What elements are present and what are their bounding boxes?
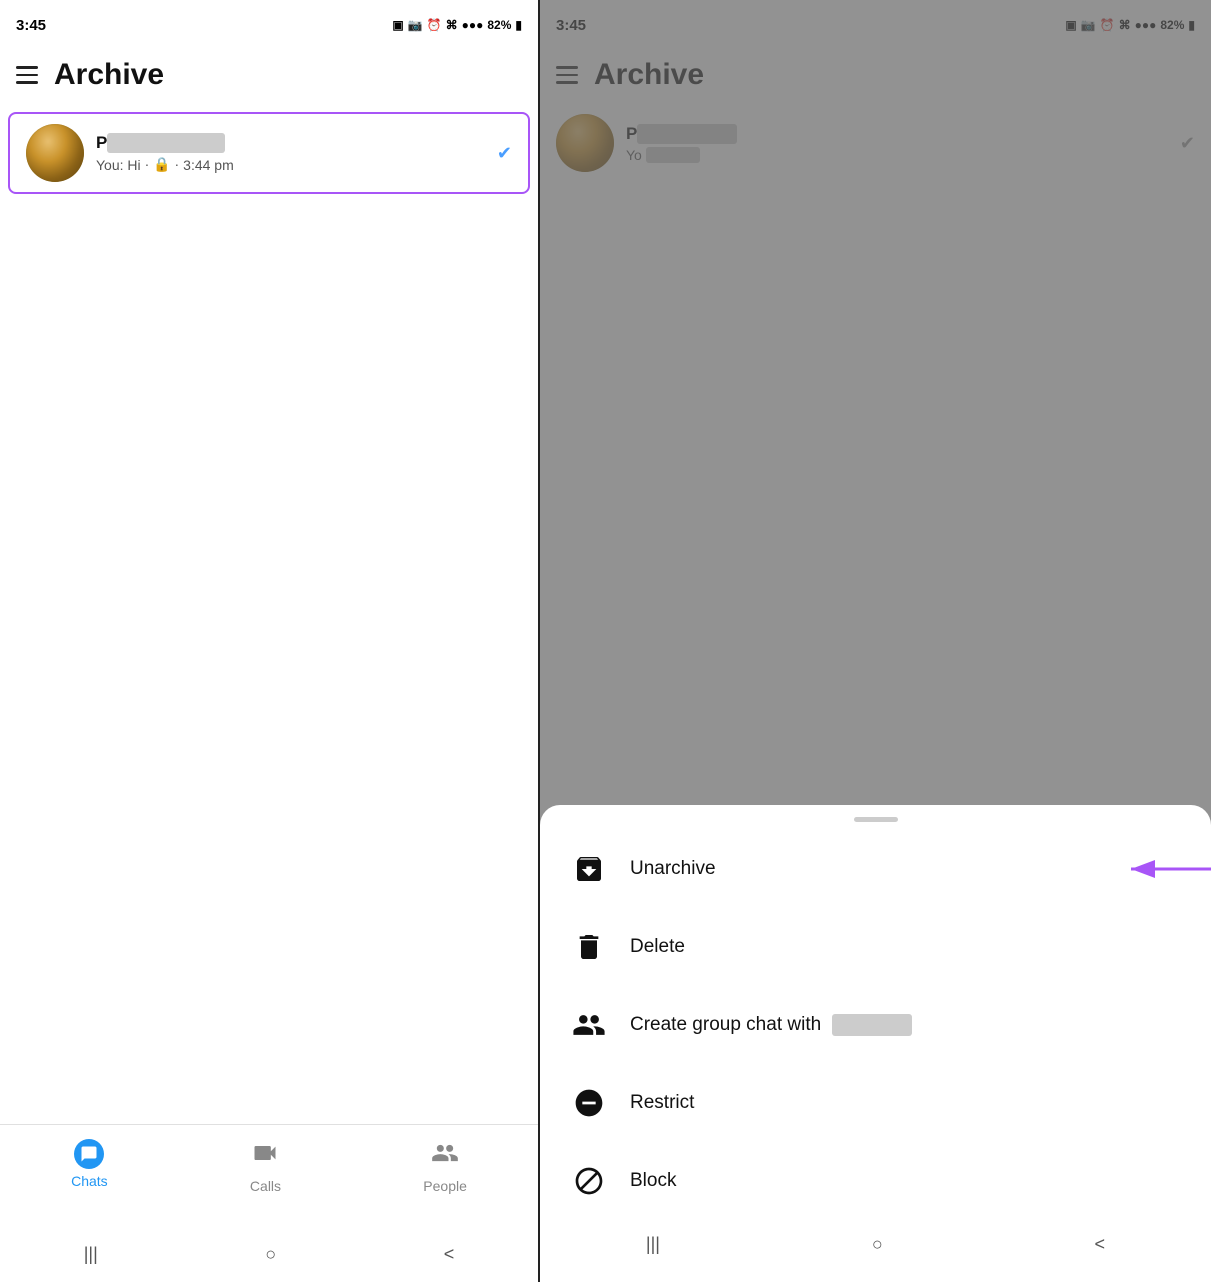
left-nav-chats[interactable]: Chats [71,1139,108,1189]
left-bottom-nav: Chats Calls People [0,1124,538,1234]
group-icon [568,1004,610,1046]
photo-icon: 📷 [408,18,423,32]
left-nav-people[interactable]: People [423,1139,467,1194]
left-header: Archive [0,50,538,104]
left-avatar [26,124,84,182]
block-label: Block [630,1170,676,1192]
instagram-icon: ▣ [392,18,403,32]
battery-text: 82% [487,18,511,32]
delete-icon [568,926,610,968]
people-icon [431,1139,459,1174]
left-chat-info: P You: Hi · 🔒 · 3:44 pm [96,133,485,173]
left-people-label: People [423,1178,467,1194]
left-chat-item[interactable]: P You: Hi · 🔒 · 3:44 pm ✔ [8,112,530,194]
sheet-handle [854,817,898,822]
unarchive-arrow [1111,849,1211,889]
right-system-bar: ||| ○ < [540,1224,1211,1272]
create-group-label: Create group chat with [630,1014,912,1036]
left-chats-label: Chats [71,1173,108,1189]
left-archive-title: Archive [54,58,164,92]
back-btn[interactable]: < [444,1244,455,1265]
block-menu-item[interactable]: Block [540,1142,1211,1220]
left-nav-calls[interactable]: Calls [250,1139,281,1194]
left-status-bar: 3:45 ▣ 📷 ⏰ ⌘ ●●● 82% ▮ [0,0,538,50]
create-group-name-blurred [832,1014,911,1036]
left-chat-meta: ✔ [497,143,512,164]
signal-icon: ●●● [462,18,484,32]
wifi-icon: ⌘ [446,18,458,32]
lock-icon: · 🔒 · [145,156,180,173]
unarchive-menu-item[interactable]: Unarchive [540,830,1211,908]
chat-bubble-icon [74,1139,104,1169]
delete-menu-item[interactable]: Delete [540,908,1211,986]
left-chat-list: P You: Hi · 🔒 · 3:44 pm ✔ [0,104,538,1124]
delete-label: Delete [630,936,685,958]
hamburger-icon[interactable] [16,66,38,84]
right-back-btn[interactable]: < [1095,1234,1106,1255]
right-panel: 3:45 ▣ 📷 ⏰ ⌘ ●●● 82% ▮ Archive [540,0,1211,1282]
video-call-icon [251,1139,279,1174]
restrict-label: Restrict [630,1092,694,1114]
block-icon [568,1160,610,1202]
left-chat-name: P [96,133,485,153]
unarchive-icon [568,848,610,890]
left-system-bar: ||| ○ < [0,1234,538,1282]
left-status-icons: ▣ 📷 ⏰ ⌘ ●●● 82% ▮ [392,18,522,32]
right-recent-apps-btn[interactable]: ||| [646,1234,660,1255]
recent-apps-btn[interactable]: ||| [84,1244,98,1265]
restrict-icon [568,1082,610,1124]
left-panel: 3:45 ▣ 📷 ⏰ ⌘ ●●● 82% ▮ Archive P [0,0,540,1282]
left-time: 3:45 [16,17,46,34]
left-chat-name-blurred [107,133,225,153]
read-receipt-icon: ✔ [497,143,512,164]
restrict-menu-item[interactable]: Restrict [540,1064,1211,1142]
home-btn[interactable]: ○ [265,1244,276,1265]
alarm-icon: ⏰ [427,18,442,32]
create-group-menu-item[interactable]: Create group chat with [540,986,1211,1064]
right-home-btn[interactable]: ○ [872,1234,883,1255]
left-chat-preview: You: Hi · 🔒 · 3:44 pm [96,156,485,173]
unarchive-label: Unarchive [630,858,716,880]
bottom-sheet: Unarchive Delete [540,805,1211,1282]
left-calls-label: Calls [250,1178,281,1194]
battery-icon: ▮ [515,18,522,32]
